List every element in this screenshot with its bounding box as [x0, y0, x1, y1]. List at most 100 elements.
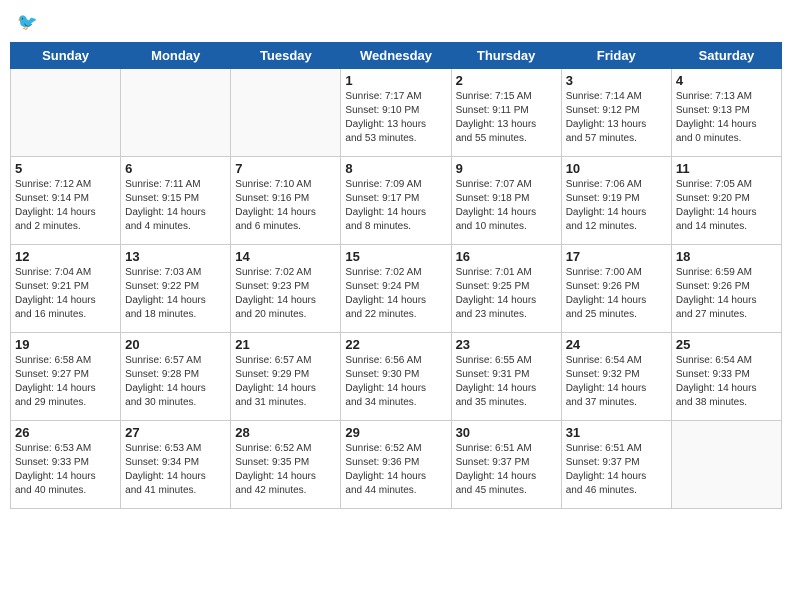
cell-info: Sunrise: 6:55 AM Sunset: 9:31 PM Dayligh… [456, 354, 557, 410]
day-number: 31 [566, 425, 667, 440]
cell-info: Sunrise: 6:57 AM Sunset: 9:28 PM Dayligh… [125, 354, 226, 410]
cell-info: Sunrise: 7:07 AM Sunset: 9:18 PM Dayligh… [456, 178, 557, 234]
calendar-cell: 6 Sunrise: 7:11 AM Sunset: 9:15 PM Daylig… [121, 157, 231, 245]
calendar-cell: 4 Sunrise: 7:13 AM Sunset: 9:13 PM Daylig… [671, 69, 781, 157]
calendar-cell: 24Sunrise: 6:54 AM Sunset: 9:32 PM Dayli… [561, 333, 671, 421]
cell-info: Sunrise: 7:11 AM Sunset: 9:15 PM Dayligh… [125, 178, 226, 234]
day-number: 20 [125, 337, 226, 352]
day-number: 14 [235, 249, 336, 264]
logo: 🐦 [15, 10, 47, 34]
day-number: 26 [15, 425, 116, 440]
calendar-cell: 18 Sunrise: 6:59 AM Sunset: 9:26 PM Dayli… [671, 245, 781, 333]
day-header-monday: Monday [121, 43, 231, 69]
calendar-week-5: 26 Sunrise: 6:53 AM Sunset: 9:33 PM Dayli… [11, 421, 782, 509]
cell-info: Sunrise: 6:53 AM Sunset: 9:34 PM Dayligh… [125, 442, 226, 498]
calendar-header-row: SundayMondayTuesdayWednesdayThursdayFrid… [11, 43, 782, 69]
calendar-cell [11, 69, 121, 157]
cell-info: Sunrise: 6:52 AM Sunset: 9:35 PM Dayligh… [235, 442, 336, 498]
calendar-cell: 10Sunrise: 7:06 AM Sunset: 9:19 PM Dayli… [561, 157, 671, 245]
calendar-cell: 20 Sunrise: 6:57 AM Sunset: 9:28 PM Dayli… [121, 333, 231, 421]
cell-info: Sunrise: 6:53 AM Sunset: 9:33 PM Dayligh… [15, 442, 116, 498]
cell-info: Sunrise: 7:17 AM Sunset: 9:10 PM Dayligh… [345, 90, 446, 146]
day-number: 1 [345, 73, 446, 88]
calendar-cell [231, 69, 341, 157]
cell-info: Sunrise: 7:03 AM Sunset: 9:22 PM Dayligh… [125, 266, 226, 322]
cell-info: Sunrise: 7:02 AM Sunset: 9:23 PM Dayligh… [235, 266, 336, 322]
cell-info: Sunrise: 7:02 AM Sunset: 9:24 PM Dayligh… [345, 266, 446, 322]
cell-info: Sunrise: 7:00 AM Sunset: 9:26 PM Dayligh… [566, 266, 667, 322]
day-header-thursday: Thursday [451, 43, 561, 69]
day-number: 30 [456, 425, 557, 440]
day-number: 24 [566, 337, 667, 352]
day-header-sunday: Sunday [11, 43, 121, 69]
calendar-cell [671, 421, 781, 509]
day-number: 6 [125, 161, 226, 176]
day-number: 11 [676, 161, 777, 176]
day-number: 19 [15, 337, 116, 352]
calendar-cell: 22 Sunrise: 6:56 AM Sunset: 9:30 PM Dayli… [341, 333, 451, 421]
day-number: 12 [15, 249, 116, 264]
calendar-cell: 29 Sunrise: 6:52 AM Sunset: 9:36 PM Dayli… [341, 421, 451, 509]
day-number: 22 [345, 337, 446, 352]
calendar-cell: 31 Sunrise: 6:51 AM Sunset: 9:37 PM Dayli… [561, 421, 671, 509]
cell-info: Sunrise: 6:59 AM Sunset: 9:26 PM Dayligh… [676, 266, 777, 322]
day-number: 21 [235, 337, 336, 352]
day-number: 15 [345, 249, 446, 264]
calendar-cell: 15 Sunrise: 7:02 AM Sunset: 9:24 PM Dayli… [341, 245, 451, 333]
cell-info: Sunrise: 6:58 AM Sunset: 9:27 PM Dayligh… [15, 354, 116, 410]
day-number: 8 [345, 161, 446, 176]
calendar-cell: 11 Sunrise: 7:05 AM Sunset: 9:20 PM Dayli… [671, 157, 781, 245]
calendar-week-1: 1 Sunrise: 7:17 AM Sunset: 9:10 PM Daylig… [11, 69, 782, 157]
calendar-cell: 23 Sunrise: 6:55 AM Sunset: 9:31 PM Dayli… [451, 333, 561, 421]
calendar-cell: 14 Sunrise: 7:02 AM Sunset: 9:23 PM Dayli… [231, 245, 341, 333]
day-number: 18 [676, 249, 777, 264]
calendar-cell: 1 Sunrise: 7:17 AM Sunset: 9:10 PM Daylig… [341, 69, 451, 157]
day-header-tuesday: Tuesday [231, 43, 341, 69]
calendar-cell: 26 Sunrise: 6:53 AM Sunset: 9:33 PM Dayli… [11, 421, 121, 509]
cell-info: Sunrise: 7:12 AM Sunset: 9:14 PM Dayligh… [15, 178, 116, 234]
day-number: 23 [456, 337, 557, 352]
cell-info: Sunrise: 6:54 AM Sunset: 9:33 PM Dayligh… [676, 354, 777, 410]
day-number: 25 [676, 337, 777, 352]
day-header-wednesday: Wednesday [341, 43, 451, 69]
calendar-cell: 28Sunrise: 6:52 AM Sunset: 9:35 PM Dayli… [231, 421, 341, 509]
calendar-cell: 3 Sunrise: 7:14 AM Sunset: 9:12 PM Daylig… [561, 69, 671, 157]
day-number: 5 [15, 161, 116, 176]
calendar-week-4: 19 Sunrise: 6:58 AM Sunset: 9:27 PM Dayli… [11, 333, 782, 421]
calendar-cell: 2Sunrise: 7:15 AM Sunset: 9:11 PM Daylig… [451, 69, 561, 157]
cell-info: Sunrise: 7:04 AM Sunset: 9:21 PM Dayligh… [15, 266, 116, 322]
day-number: 4 [676, 73, 777, 88]
calendar-cell: 7 Sunrise: 7:10 AM Sunset: 9:16 PM Daylig… [231, 157, 341, 245]
calendar-cell: 17 Sunrise: 7:00 AM Sunset: 9:26 PM Dayli… [561, 245, 671, 333]
cell-info: Sunrise: 7:13 AM Sunset: 9:13 PM Dayligh… [676, 90, 777, 146]
calendar-cell: 13 Sunrise: 7:03 AM Sunset: 9:22 PM Dayli… [121, 245, 231, 333]
calendar-cell [121, 69, 231, 157]
cell-info: Sunrise: 7:09 AM Sunset: 9:17 PM Dayligh… [345, 178, 446, 234]
svg-text:🐦: 🐦 [17, 13, 38, 31]
calendar-cell: 25 Sunrise: 6:54 AM Sunset: 9:33 PM Dayli… [671, 333, 781, 421]
calendar-week-3: 12 Sunrise: 7:04 AM Sunset: 9:21 PM Dayli… [11, 245, 782, 333]
calendar-cell: 30Sunrise: 6:51 AM Sunset: 9:37 PM Dayli… [451, 421, 561, 509]
cell-info: Sunrise: 6:52 AM Sunset: 9:36 PM Dayligh… [345, 442, 446, 498]
day-number: 13 [125, 249, 226, 264]
calendar-cell: 8 Sunrise: 7:09 AM Sunset: 9:17 PM Daylig… [341, 157, 451, 245]
calendar-cell: 5 Sunrise: 7:12 AM Sunset: 9:14 PM Daylig… [11, 157, 121, 245]
calendar-cell: 27Sunrise: 6:53 AM Sunset: 9:34 PM Dayli… [121, 421, 231, 509]
day-number: 29 [345, 425, 446, 440]
cell-info: Sunrise: 7:15 AM Sunset: 9:11 PM Dayligh… [456, 90, 557, 146]
logo-icon: 🐦 [17, 10, 47, 34]
cell-info: Sunrise: 7:10 AM Sunset: 9:16 PM Dayligh… [235, 178, 336, 234]
calendar-cell: 9 Sunrise: 7:07 AM Sunset: 9:18 PM Daylig… [451, 157, 561, 245]
day-number: 3 [566, 73, 667, 88]
cell-info: Sunrise: 6:56 AM Sunset: 9:30 PM Dayligh… [345, 354, 446, 410]
day-number: 7 [235, 161, 336, 176]
calendar-week-2: 5 Sunrise: 7:12 AM Sunset: 9:14 PM Daylig… [11, 157, 782, 245]
cell-info: Sunrise: 7:05 AM Sunset: 9:20 PM Dayligh… [676, 178, 777, 234]
day-number: 16 [456, 249, 557, 264]
cell-info: Sunrise: 7:14 AM Sunset: 9:12 PM Dayligh… [566, 90, 667, 146]
day-number: 9 [456, 161, 557, 176]
day-number: 17 [566, 249, 667, 264]
day-header-friday: Friday [561, 43, 671, 69]
calendar-cell: 19 Sunrise: 6:58 AM Sunset: 9:27 PM Dayli… [11, 333, 121, 421]
cell-info: Sunrise: 6:51 AM Sunset: 9:37 PM Dayligh… [566, 442, 667, 498]
